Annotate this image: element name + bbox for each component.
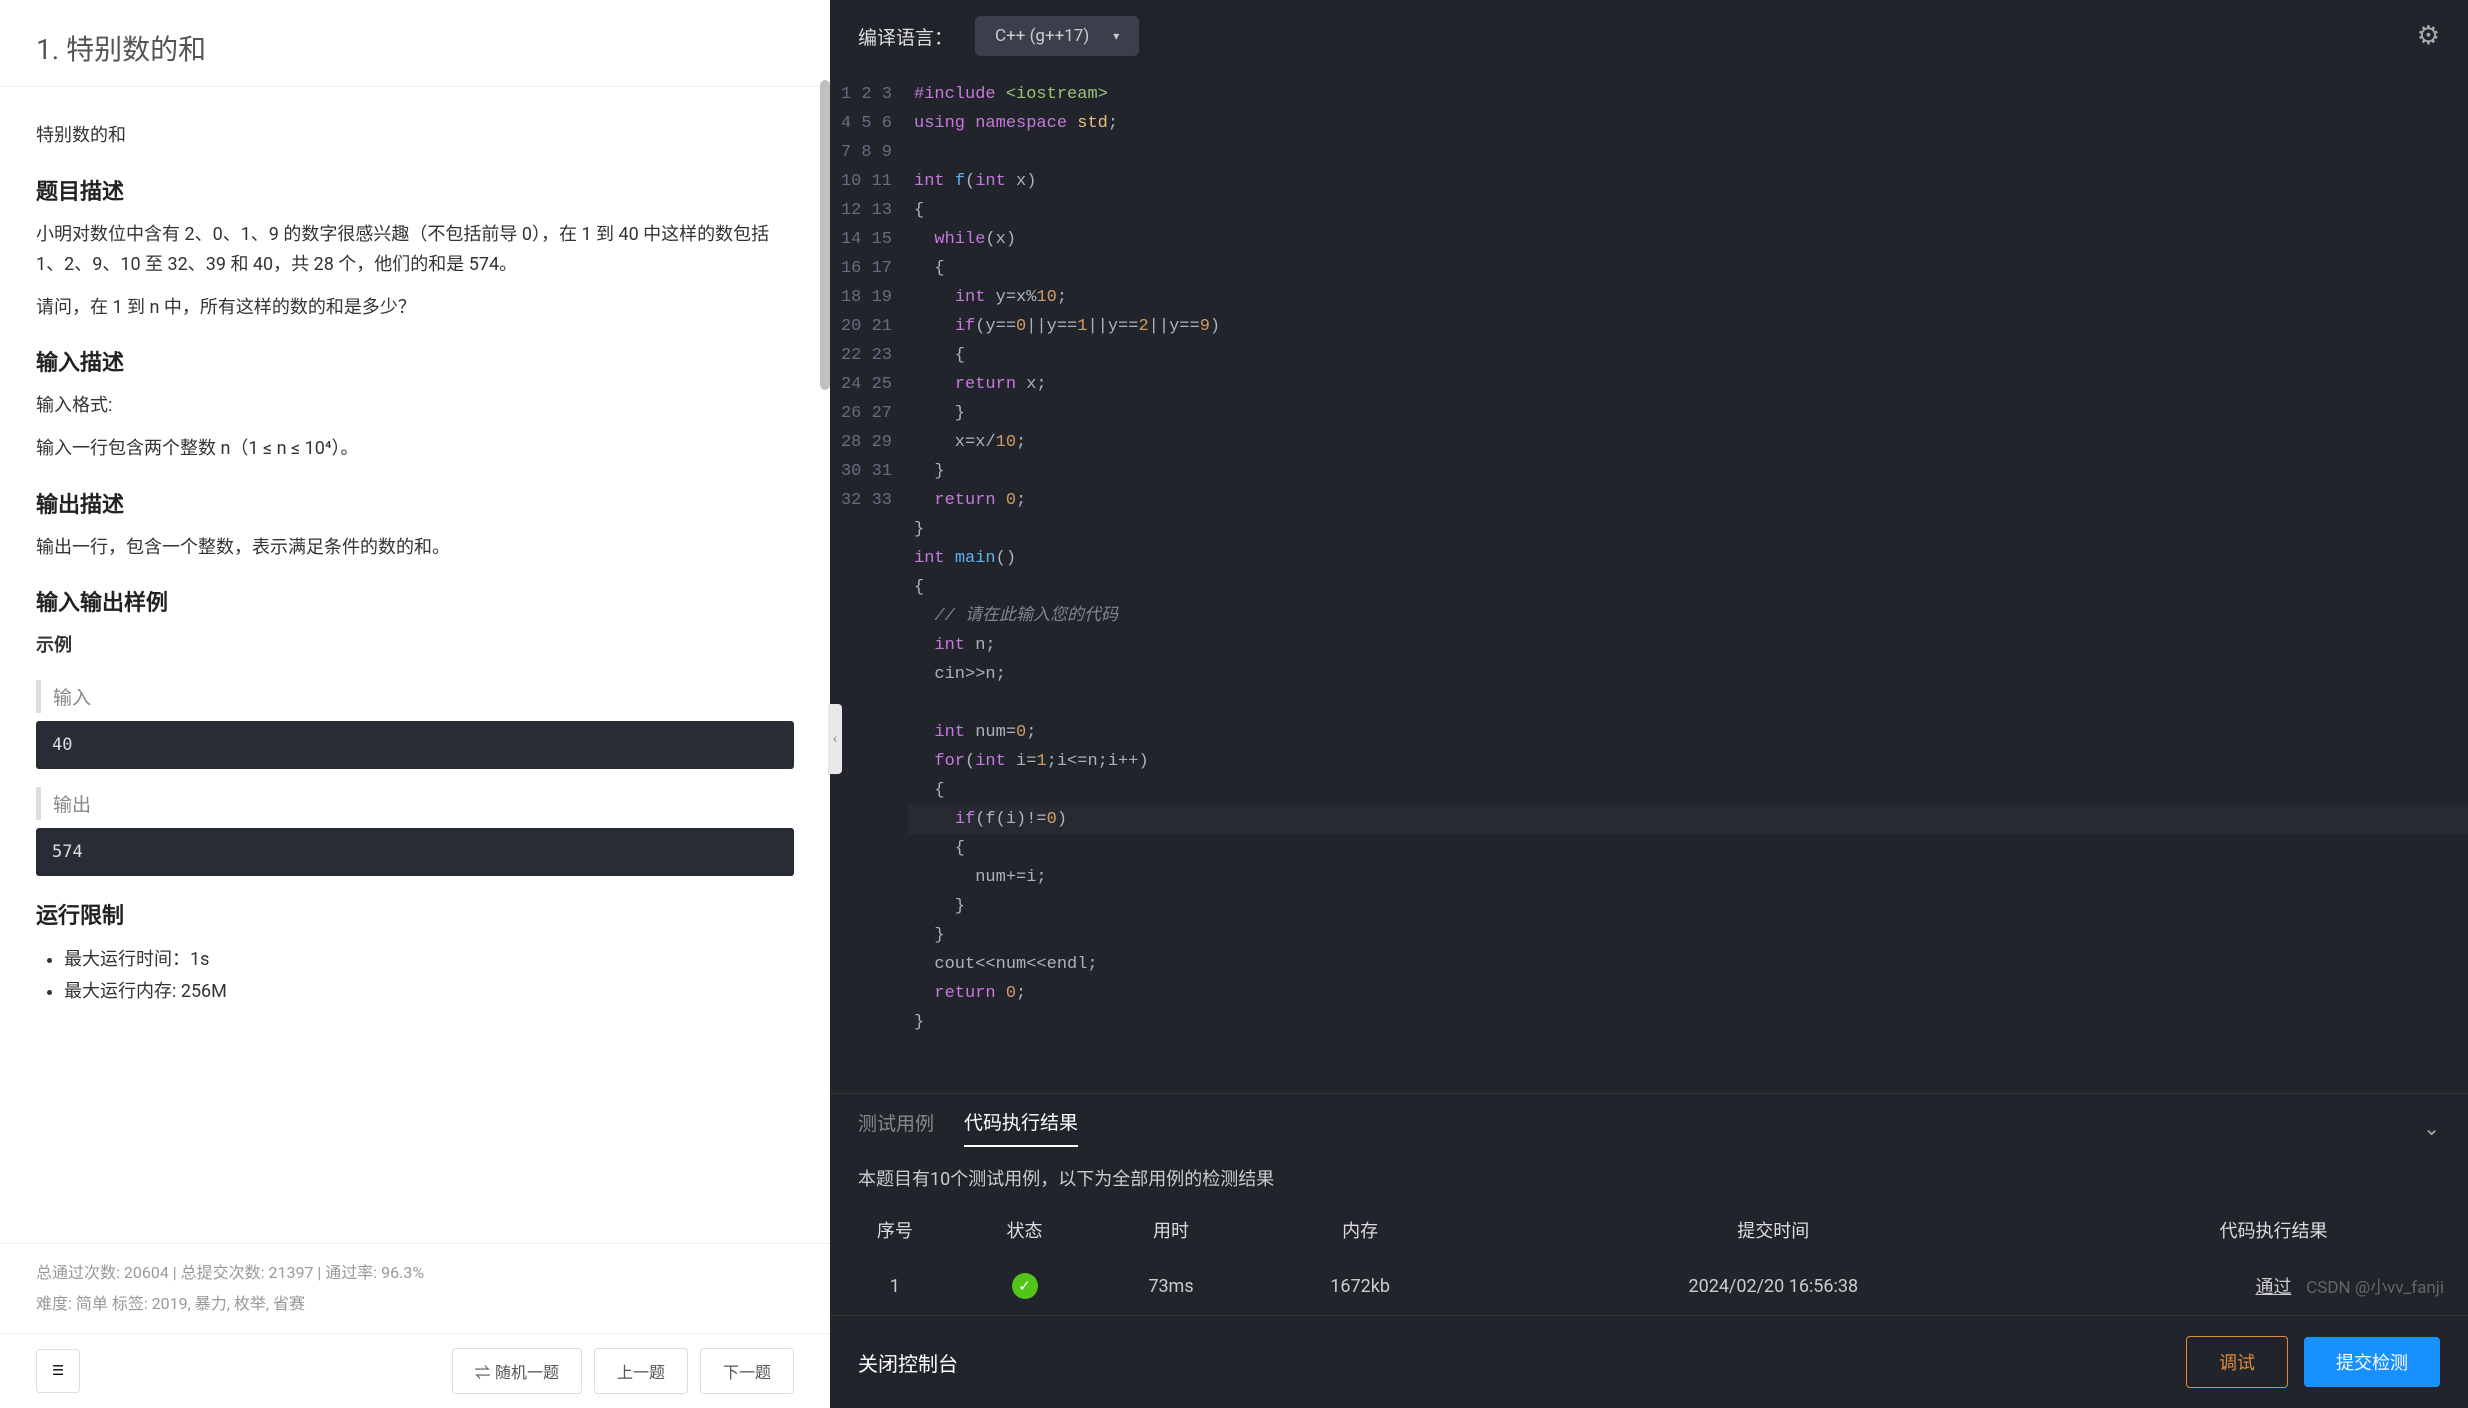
limit-mem: 最大运行内存: 256M bbox=[64, 976, 794, 1008]
code-content[interactable]: #include <iostream> using namespace std;… bbox=[914, 80, 2468, 1093]
stats-line: 总通过次数: 20604 | 总提交次数: 21397 | 通过率: 96.3% bbox=[36, 1258, 794, 1288]
th-status: 状态 bbox=[960, 1203, 1090, 1257]
output-label: 输出 bbox=[36, 787, 794, 820]
close-console-label[interactable]: 关闭控制台 bbox=[858, 1348, 958, 1377]
sample-label: 示例 bbox=[36, 631, 794, 662]
sample-output: 574 bbox=[36, 828, 794, 876]
chevron-down-icon[interactable]: ⌄ bbox=[2423, 1116, 2440, 1140]
problem-title: 特别数的和 bbox=[36, 121, 794, 152]
th-submitted: 提交时间 bbox=[1468, 1203, 2079, 1257]
th-no: 序号 bbox=[830, 1203, 960, 1257]
problem-number-title: 1. 特别数的和 bbox=[0, 0, 830, 87]
gear-icon[interactable]: ⚙ bbox=[2417, 21, 2440, 51]
random-button[interactable]: ⇌ 随机一题 bbox=[452, 1348, 582, 1394]
list-icon[interactable]: ☰ bbox=[36, 1349, 80, 1393]
meta-line: 难度: 简单 标签: 2019, 暴力, 枚举, 省赛 bbox=[36, 1289, 794, 1319]
th-mem: 内存 bbox=[1253, 1203, 1468, 1257]
submit-button[interactable]: 提交检测 bbox=[2304, 1337, 2440, 1387]
limit-time: 最大运行时间：1s bbox=[64, 944, 794, 976]
input-heading: 输入描述 bbox=[36, 345, 794, 377]
next-button[interactable]: 下一题 bbox=[700, 1348, 794, 1394]
prev-button[interactable]: 上一题 bbox=[594, 1348, 688, 1394]
cell-submitted: 2024/02/20 16:56:38 bbox=[1468, 1257, 2079, 1315]
results-panel: 测试用例 代码执行结果 ⌄ 本题目有10个测试用例，以下为全部用例的检测结果 序… bbox=[830, 1093, 2468, 1315]
scrollbar-thumb[interactable] bbox=[820, 80, 830, 390]
input-desc: 输入一行包含两个整数 n（1 ≤ n ≤ 10⁴）。 bbox=[36, 434, 794, 465]
cell-result[interactable]: 通过 bbox=[2079, 1257, 2468, 1315]
th-time: 用时 bbox=[1089, 1203, 1252, 1257]
desc-p2: 请问，在 1 到 n 中，所有这样的数的和是多少？ bbox=[36, 293, 794, 324]
collapse-handle[interactable]: ‹ bbox=[828, 704, 842, 774]
cell-time: 73ms bbox=[1089, 1257, 1252, 1315]
cell-no: 1 bbox=[830, 1257, 960, 1315]
language-value: C++ (g++17) bbox=[995, 26, 1089, 46]
input-label: 输入 bbox=[36, 680, 794, 713]
tab-result[interactable]: 代码执行结果 bbox=[964, 1108, 1078, 1147]
code-editor[interactable]: 1 2 3 4 5 6 7 8 9 10 11 12 13 14 15 16 1… bbox=[830, 72, 2468, 1093]
tab-testcase[interactable]: 测试用例 bbox=[858, 1109, 934, 1146]
desc-heading: 题目描述 bbox=[36, 174, 794, 206]
chevron-down-icon: ▾ bbox=[1113, 29, 1119, 43]
check-icon: ✓ bbox=[1012, 1273, 1038, 1299]
result-table: 序号 状态 用时 内存 提交时间 代码执行结果 1 ✓ 73ms 1672kb … bbox=[830, 1203, 2468, 1315]
language-select[interactable]: C++ (g++17) ▾ bbox=[975, 16, 1139, 56]
cell-mem: 1672kb bbox=[1253, 1257, 1468, 1315]
input-format-label: 输入格式: bbox=[36, 391, 794, 422]
output-desc: 输出一行，包含一个整数，表示满足条件的数的和。 bbox=[36, 533, 794, 564]
desc-p1: 小明对数位中含有 2、0、1、9 的数字很感兴趣（不包括前导 0），在 1 到 … bbox=[36, 220, 794, 281]
line-gutter: 1 2 3 4 5 6 7 8 9 10 11 12 13 14 15 16 1… bbox=[830, 80, 914, 1093]
table-row: 1 ✓ 73ms 1672kb 2024/02/20 16:56:38 通过 bbox=[830, 1257, 2468, 1315]
sample-input: 40 bbox=[36, 721, 794, 769]
debug-button[interactable]: 调试 bbox=[2186, 1336, 2288, 1388]
limits-heading: 运行限制 bbox=[36, 898, 794, 930]
cell-status: ✓ bbox=[960, 1257, 1090, 1315]
stats: 总通过次数: 20604 | 总提交次数: 21397 | 通过率: 96.3%… bbox=[0, 1243, 830, 1333]
th-result: 代码执行结果 bbox=[2079, 1203, 2468, 1257]
sample-heading: 输入输出样例 bbox=[36, 585, 794, 617]
problem-body: 特别数的和 题目描述 小明对数位中含有 2、0、1、9 的数字很感兴趣（不包括前… bbox=[0, 87, 830, 1243]
output-heading: 输出描述 bbox=[36, 487, 794, 519]
result-note: 本题目有10个测试用例，以下为全部用例的检测结果 bbox=[830, 1147, 2468, 1203]
compiler-label: 编译语言： bbox=[858, 23, 953, 50]
